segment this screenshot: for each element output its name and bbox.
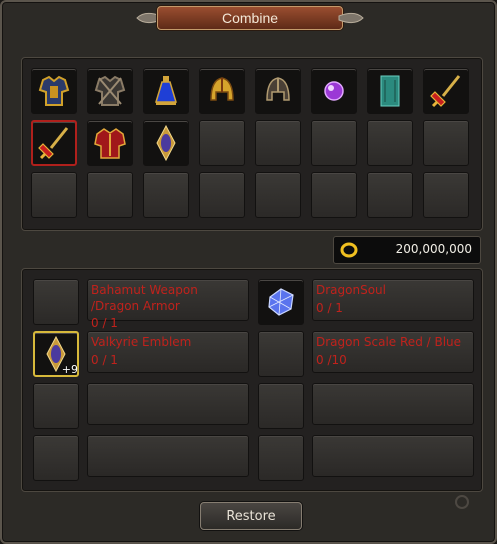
enhance-level: +9 — [61, 363, 78, 376]
inventory-slot-7[interactable] — [367, 68, 413, 114]
material-field-5 — [87, 383, 249, 425]
dragon-soul-crystal-icon — [268, 288, 294, 316]
inventory-slot-15[interactable] — [367, 120, 413, 166]
valkyrie-emblem-icon — [156, 124, 176, 162]
inventory-slot-18[interactable] — [87, 172, 133, 218]
red-armor-icon — [94, 128, 126, 159]
window-title: Combine — [221, 10, 279, 26]
inventory-slot-20[interactable] — [199, 172, 245, 218]
inventory-slot-16[interactable] — [423, 120, 469, 166]
dragon-sword-icon — [430, 75, 461, 108]
dark-helmet-icon — [266, 77, 290, 101]
inventory-slot-10[interactable] — [87, 120, 133, 166]
teal-banner-icon — [380, 75, 400, 107]
inventory-slot-1[interactable] — [31, 68, 77, 114]
material-slot-7[interactable] — [33, 435, 79, 481]
material-slot-8[interactable] — [258, 435, 304, 481]
material-name-3: Valkyrie Emblem — [91, 335, 192, 349]
dragon-sword-selected-icon — [38, 127, 69, 160]
material-slot-1[interactable] — [33, 279, 79, 325]
inventory-slot-11[interactable] — [143, 120, 189, 166]
inventory-slot-22[interactable] — [311, 172, 357, 218]
inventory-slot-23[interactable] — [367, 172, 413, 218]
restore-button[interactable]: Restore — [200, 502, 302, 530]
gold-amount: 200,000,000 — [395, 242, 472, 256]
inventory-slot-6[interactable] — [311, 68, 357, 114]
material-slot-5[interactable] — [33, 383, 79, 429]
gold-display: 200,000,000 — [333, 236, 481, 264]
combine-window: Combine 200,000,000 Bahamut Weapon /Drag… — [0, 0, 497, 544]
material-slot-4[interactable] — [258, 331, 304, 377]
material-slot-2[interactable] — [258, 279, 304, 325]
material-slot-6[interactable] — [258, 383, 304, 429]
armor-chest-gold-icon — [38, 75, 70, 106]
window-title-bar: Combine — [135, 4, 365, 32]
material-field-7 — [87, 435, 249, 477]
inventory-slot-14[interactable] — [311, 120, 357, 166]
inventory-slot-21[interactable] — [255, 172, 301, 218]
inventory-slot-3[interactable] — [143, 68, 189, 114]
material-count-3: 0 / 1 — [91, 353, 118, 367]
material-name-4: Dragon Scale Red / Blue — [316, 335, 462, 349]
inventory-slot-5[interactable] — [255, 68, 301, 114]
material-field-6 — [312, 383, 474, 425]
inventory-slot-24[interactable] — [423, 172, 469, 218]
armor-chest-dark-icon — [94, 75, 126, 106]
material-slot-3[interactable]: +9 — [33, 331, 79, 377]
title-ornament-right-icon — [338, 12, 364, 24]
inventory-slot-12[interactable] — [199, 120, 245, 166]
inventory-slot-19[interactable] — [143, 172, 189, 218]
material-count-4: 0 /10 — [316, 353, 347, 367]
inventory-slot-4[interactable] — [199, 68, 245, 114]
inventory-slot-13[interactable] — [255, 120, 301, 166]
material-name-2: DragonSoul — [316, 283, 386, 297]
material-name-1: Bahamut Weapon /Dragon Armor — [91, 283, 198, 313]
inventory-slot-2[interactable] — [87, 68, 133, 114]
resize-corner-icon[interactable] — [454, 494, 470, 510]
inventory-slot-17[interactable] — [31, 172, 77, 218]
material-field-8 — [312, 435, 474, 477]
gold-ring-icon — [340, 242, 358, 258]
inventory-slot-9[interactable] — [31, 120, 77, 166]
purple-gem-icon — [324, 81, 344, 101]
golden-helmet-icon — [210, 77, 234, 101]
material-count-1: 0 / 1 — [91, 316, 118, 330]
blue-potion-icon — [154, 76, 178, 105]
inventory-slot-8[interactable] — [423, 68, 469, 114]
material-count-2: 0 / 1 — [316, 301, 343, 315]
